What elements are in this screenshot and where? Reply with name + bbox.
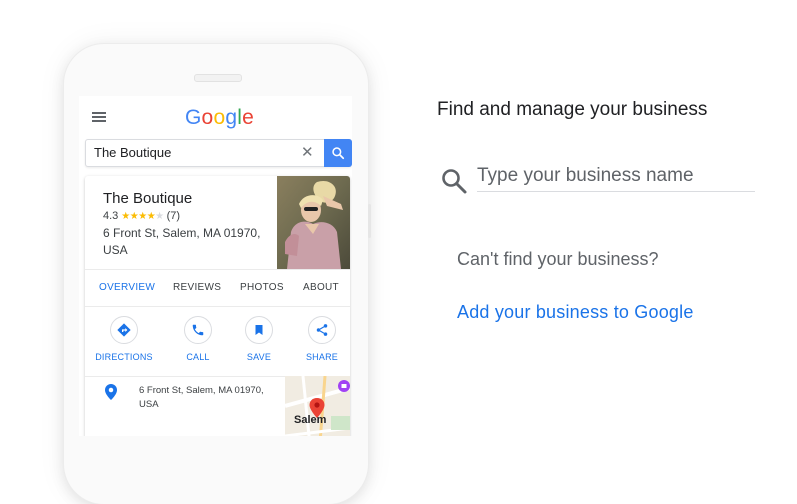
review-count[interactable]: (7)	[167, 210, 180, 222]
bottom-address-line2: USA	[139, 399, 159, 410]
address-row: 6 Front St, Salem, MA 01970, USA Salem	[85, 376, 350, 436]
bookmark-icon	[255, 325, 263, 335]
directions-button[interactable]: DIRECTIONS	[94, 316, 154, 362]
business-name-input[interactable]	[477, 161, 755, 192]
business-name[interactable]: The Boutique	[103, 190, 192, 207]
phone-speaker	[194, 74, 242, 82]
mini-map[interactable]: Salem	[285, 376, 350, 436]
google-search-bar[interactable]: The Boutique ✕	[85, 139, 352, 167]
stars-empty: ★	[155, 210, 164, 222]
search-icon	[332, 147, 345, 160]
location-pin-icon	[105, 384, 117, 400]
bottom-address[interactable]: 6 Front St, Salem, MA 01970, USA	[139, 384, 264, 412]
map-graphic	[285, 376, 350, 436]
bottom-address-line1: 6 Front St, Salem, MA 01970,	[139, 385, 264, 396]
rating-value: 4.3	[103, 210, 119, 222]
tab-overview[interactable]: OVERVIEW	[99, 282, 155, 293]
logo-letter: G	[185, 106, 202, 129]
phone-side-button	[368, 204, 371, 238]
logo-letter: g	[225, 106, 238, 129]
phone-screen: Google The Boutique ✕ The Boutique 4.3 ★…	[79, 96, 352, 436]
business-photo[interactable]	[277, 176, 350, 269]
map-city-label: Salem	[294, 414, 327, 426]
save-button[interactable]: SAVE	[229, 316, 289, 362]
tab-about[interactable]: ABOUT	[303, 282, 339, 293]
logo-letter: o	[213, 106, 226, 129]
search-button[interactable]	[324, 139, 352, 167]
share-label: SHARE	[305, 352, 338, 362]
tab-reviews[interactable]: REVIEWS	[173, 282, 221, 293]
logo-letter: o	[201, 106, 214, 129]
search-query-text[interactable]: The Boutique	[94, 145, 171, 160]
phone-icon	[192, 324, 204, 336]
star-rating: ★★★★★	[121, 210, 164, 222]
share-button[interactable]: SHARE	[292, 316, 350, 362]
hamburger-menu-icon[interactable]	[92, 112, 106, 122]
tab-photos[interactable]: PHOTOS	[240, 282, 284, 293]
directions-icon	[117, 323, 131, 337]
business-knowledge-card: The Boutique 4.3 ★★★★★ (7) 6 Front St, S…	[85, 176, 350, 436]
quick-actions: DIRECTIONS CALL SAVE SHARE	[85, 306, 350, 377]
cant-find-text: Can't find your business?	[457, 249, 659, 269]
directions-label: DIRECTIONS	[95, 352, 153, 362]
business-address-line2: USA	[103, 243, 128, 257]
call-button[interactable]: CALL	[168, 316, 228, 362]
rating-row: 4.3 ★★★★★ (7)	[103, 210, 180, 222]
stars-filled: ★★★★	[121, 210, 156, 222]
add-business-link[interactable]: Add your business to Google	[457, 302, 694, 323]
google-header: Google	[79, 96, 352, 136]
google-logo: Google	[185, 106, 254, 130]
business-tabs: OVERVIEW REVIEWS PHOTOS ABOUT	[85, 269, 350, 307]
save-label: SAVE	[246, 352, 272, 362]
call-label: CALL	[186, 352, 210, 362]
clear-search-icon[interactable]: ✕	[301, 143, 314, 161]
page-title: Find and manage your business	[437, 99, 708, 120]
share-icon	[316, 324, 328, 336]
business-photo-image	[277, 176, 350, 269]
logo-letter: e	[242, 106, 254, 129]
phone-mockup: Google The Boutique ✕ The Boutique 4.3 ★…	[64, 44, 371, 504]
business-address-line1: 6 Front St, Salem, MA 01970,	[103, 226, 261, 240]
search-icon	[442, 169, 467, 194]
